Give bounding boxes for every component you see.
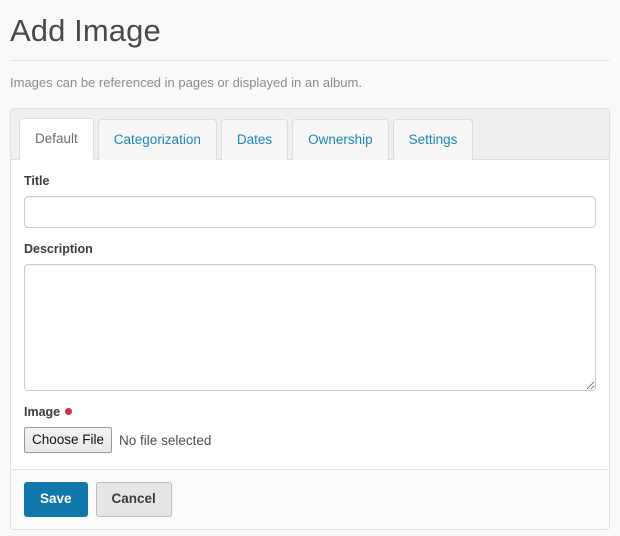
required-indicator-icon	[65, 408, 72, 415]
choose-file-button[interactable]: Choose File	[24, 427, 112, 454]
form-card-wrapper: Default Categorization Dates Ownership S…	[0, 108, 620, 530]
description-label: Description	[24, 242, 596, 257]
title-input[interactable]	[24, 196, 596, 228]
tab-ownership[interactable]: Ownership	[292, 119, 389, 160]
title-label: Title	[24, 174, 596, 189]
image-file-input[interactable]: Choose File No file selected	[24, 427, 596, 454]
tab-categorization[interactable]: Categorization	[98, 119, 217, 160]
tab-default[interactable]: Default	[19, 118, 94, 160]
page-header: Add Image Images can be referenced in pa…	[0, 0, 620, 108]
field-description: Description	[24, 242, 596, 391]
tab-dates[interactable]: Dates	[221, 119, 288, 160]
file-status-text: No file selected	[119, 433, 211, 448]
cancel-button[interactable]: Cancel	[96, 482, 172, 517]
page-subtitle: Images can be referenced in pages or dis…	[10, 61, 610, 108]
form-card: Default Categorization Dates Ownership S…	[10, 108, 610, 530]
field-image: Image Choose File No file selected	[24, 405, 596, 454]
tab-settings[interactable]: Settings	[393, 119, 474, 160]
card-footer: Save Cancel	[11, 469, 609, 529]
field-title: Title	[24, 174, 596, 228]
tab-strip: Default Categorization Dates Ownership S…	[11, 109, 609, 160]
form-body: Title Description Image Choose File No f…	[11, 160, 609, 470]
image-label-text: Image	[24, 405, 60, 419]
image-label: Image	[24, 405, 596, 420]
save-button[interactable]: Save	[24, 482, 88, 517]
description-textarea[interactable]	[24, 264, 596, 391]
page-title: Add Image	[10, 10, 610, 60]
